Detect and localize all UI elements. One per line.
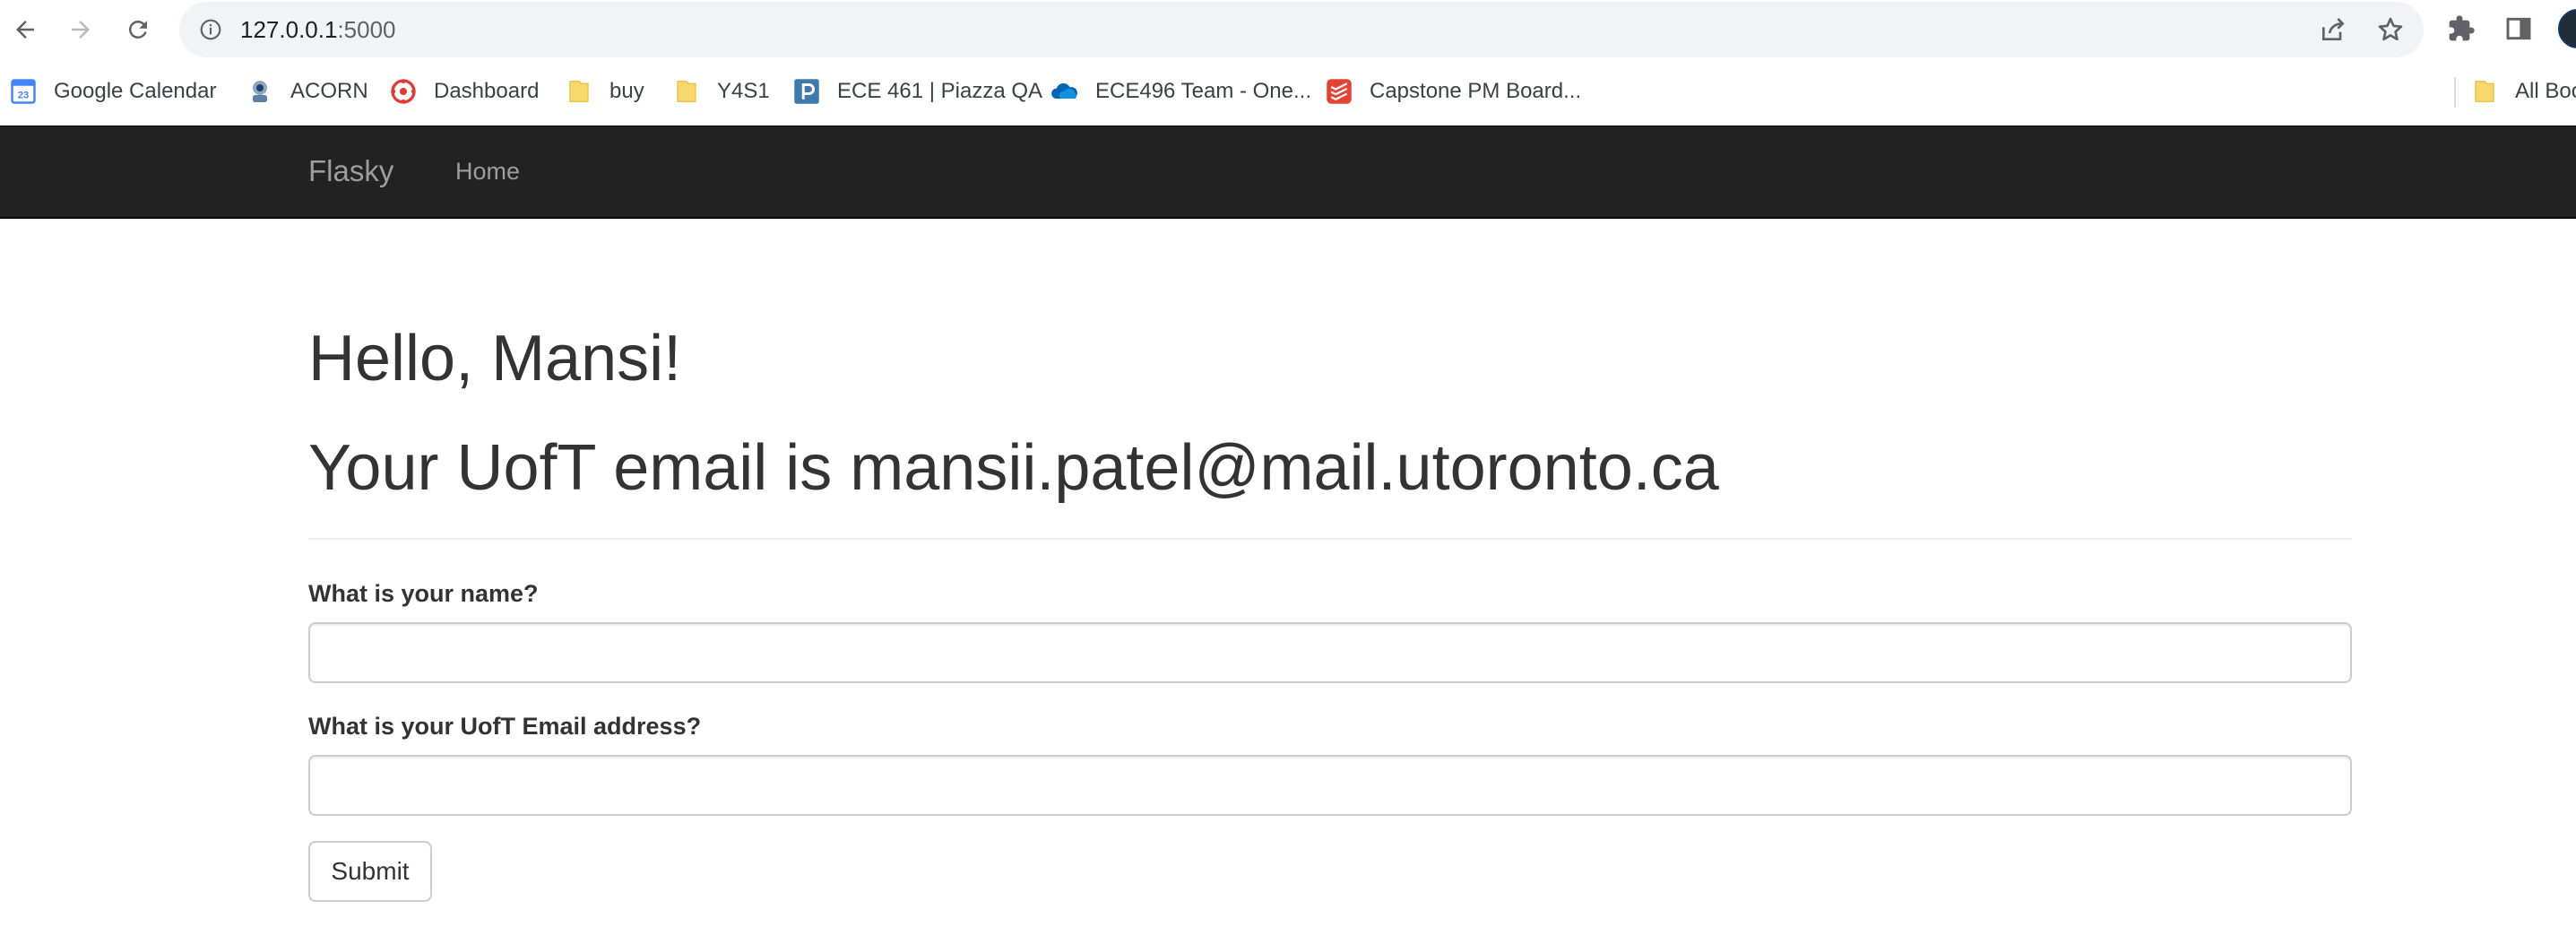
- browser-toolbar: 127.0.0.1:5000: [0, 0, 2576, 59]
- share-icon: [2322, 18, 2345, 40]
- url-host: 127.0.0.1: [240, 16, 338, 43]
- profile-avatar[interactable]: [2558, 9, 2576, 48]
- bookmarks-bar: 23 Google Calendar ACORN Dashboard buy Y…: [0, 59, 2576, 126]
- todoist-icon: [1325, 77, 1353, 106]
- email-input[interactable]: [308, 755, 2352, 816]
- header-divider: [308, 538, 2352, 540]
- name-input[interactable]: [308, 622, 2352, 683]
- reload-icon: [128, 20, 147, 39]
- address-bar[interactable]: 127.0.0.1:5000: [179, 2, 2424, 57]
- share-button[interactable]: [2318, 14, 2348, 45]
- bookmark-label: All Boo: [2515, 79, 2576, 103]
- calendar-icon: 23: [9, 77, 38, 106]
- bookmark-label: Capstone PM Board...: [1370, 79, 1582, 103]
- bookmark-all-bookmarks[interactable]: All Boo: [2470, 74, 2576, 109]
- bookmark-label: ACORN: [290, 79, 368, 103]
- bookmark-label: ECE496 Team - One...: [1095, 79, 1312, 103]
- forward-button[interactable]: [61, 10, 100, 49]
- bookmark-label: ECE 461 | Piazza QA: [837, 79, 1043, 103]
- extensions-button[interactable]: [2445, 13, 2477, 45]
- piazza-icon: [792, 77, 821, 106]
- main-content: Hello, Mansi! Your UofT email is mansii.…: [308, 219, 2352, 927]
- puzzle-icon: [2449, 15, 2475, 41]
- url-port: :5000: [337, 16, 396, 43]
- navbar-brand[interactable]: Flasky: [308, 152, 393, 191]
- bookmark-label: Dashboard: [434, 79, 540, 103]
- bookmark-label: Google Calendar: [54, 79, 217, 103]
- bookmark-folder-y4s1[interactable]: Y4S1: [672, 74, 770, 109]
- reload-button[interactable]: [118, 10, 158, 49]
- star-icon: [2378, 17, 2403, 41]
- name-field-label: What is your name?: [308, 580, 539, 607]
- folder-icon: [2470, 77, 2499, 106]
- site-info-icon[interactable]: [199, 18, 222, 41]
- bookmark-star-button[interactable]: [2375, 14, 2406, 45]
- bookmarks-divider: [2454, 77, 2456, 108]
- url-text: 127.0.0.1:5000: [240, 14, 396, 45]
- forward-arrow-icon: [72, 21, 90, 39]
- acorn-icon: [246, 77, 274, 106]
- bookmark-dashboard[interactable]: Dashboard: [389, 74, 539, 109]
- folder-icon: [565, 77, 593, 106]
- nav-link-home[interactable]: Home: [455, 155, 520, 187]
- bookmark-piazza[interactable]: ECE 461 | Piazza QA: [792, 74, 1042, 109]
- dashboard-icon: [389, 77, 418, 106]
- bookmark-folder-buy[interactable]: buy: [565, 74, 644, 109]
- back-arrow-icon: [16, 21, 34, 39]
- bookmark-label: buy: [609, 79, 644, 103]
- bookmark-onedrive[interactable]: ECE496 Team - One...: [1050, 74, 1311, 109]
- bookmark-capstone[interactable]: Capstone PM Board...: [1325, 74, 1581, 109]
- folder-icon: [672, 77, 701, 106]
- submit-button[interactable]: Submit: [308, 841, 432, 902]
- bookmark-google-calendar[interactable]: 23 Google Calendar: [9, 74, 216, 109]
- bookmark-acorn[interactable]: ACORN: [246, 74, 368, 109]
- bookmark-label: Y4S1: [717, 79, 770, 103]
- side-panel-button[interactable]: [2503, 13, 2535, 45]
- email-field-label: What is your UofT Email address?: [308, 713, 702, 740]
- back-button[interactable]: [5, 10, 45, 49]
- onedrive-icon: [1050, 77, 1079, 106]
- greeting-heading: Hello, Mansi!: [308, 323, 682, 394]
- svg-text:23: 23: [18, 91, 30, 101]
- site-navbar: Flasky Home: [0, 126, 2576, 219]
- email-heading: Your UofT email is mansii.patel@mail.uto…: [308, 432, 1719, 504]
- side-panel-icon: [2506, 17, 2531, 40]
